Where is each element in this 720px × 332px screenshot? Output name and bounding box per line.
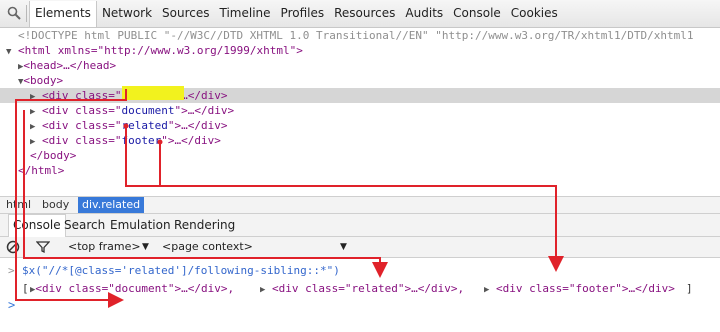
- html-open-tag: <html xmlns="http://www.w3.org/1999/xhtm…: [18, 44, 303, 57]
- class-value: footer: [121, 134, 162, 147]
- dropdown-arrow-icon[interactable]: ▼: [142, 237, 149, 257]
- tab-console[interactable]: Console: [448, 0, 506, 27]
- input-chevron-icon: >: [8, 264, 15, 277]
- tab-network[interactable]: Network: [97, 0, 157, 27]
- class-value: document: [121, 104, 175, 117]
- devtools-toolbar: Elements Network Sources Timeline Profil…: [0, 0, 720, 28]
- class-value: related: [121, 119, 168, 132]
- html-close-tag: </html>: [18, 164, 65, 177]
- tab-rendering[interactable]: Rendering: [170, 214, 239, 236]
- collapsed-triangle-icon[interactable]: ▶: [30, 107, 35, 117]
- head-tag: <head>…</head>: [23, 59, 117, 72]
- tab-resources[interactable]: Resources: [329, 0, 400, 27]
- filter-icon[interactable]: [36, 240, 50, 254]
- toolbar-divider: [26, 5, 27, 22]
- tree-node-html[interactable]: ▼ <html xmlns="http://www.w3.org/1999/xh…: [6, 43, 303, 58]
- tab-timeline[interactable]: Timeline: [215, 0, 276, 27]
- tree-node-body[interactable]: ▼<body>: [18, 73, 63, 88]
- tab-console-drawer[interactable]: Console: [8, 214, 66, 238]
- result-item-footer[interactable]: ▶ <div class="footer">…</div>: [484, 281, 675, 296]
- result-close-bracket: ]: [686, 282, 693, 295]
- breadcrumb-body[interactable]: body: [38, 197, 73, 213]
- highlight-marker: [122, 86, 184, 100]
- tab-elements[interactable]: Elements: [29, 1, 97, 27]
- tree-node-div-footer[interactable]: ▶ <div class="footer">…</div>: [30, 133, 221, 148]
- collapsed-triangle-icon[interactable]: ▶: [30, 92, 35, 102]
- result-open-bracket: [: [22, 282, 29, 295]
- clear-console-icon[interactable]: [6, 240, 20, 254]
- console-output: > $x("//*[@class='related']/following-si…: [0, 258, 720, 332]
- body-close-tag: </body>: [30, 149, 77, 162]
- body-open-tag: <body>: [23, 74, 64, 87]
- tree-node-div-document[interactable]: ▶ <div class="document">…</div>: [30, 103, 234, 118]
- search-icon[interactable]: [6, 5, 22, 21]
- tab-emulation[interactable]: Emulation: [106, 214, 175, 236]
- collapsed-triangle-icon[interactable]: ▶: [30, 137, 35, 147]
- tab-sources[interactable]: Sources: [157, 0, 214, 27]
- collapsed-triangle-icon[interactable]: ▶: [484, 285, 489, 295]
- tab-cookies[interactable]: Cookies: [506, 0, 563, 27]
- dom-tree: <!DOCTYPE html PUBLIC "-//W3C//DTD XHTML…: [0, 28, 720, 196]
- breadcrumb: html body div.related: [0, 196, 720, 214]
- console-toolbar: <top frame> ▼ <page context> ▼: [0, 237, 720, 258]
- breadcrumb-div-related[interactable]: div.related: [78, 197, 145, 213]
- tab-search[interactable]: Search: [60, 214, 109, 236]
- drawer-tabs: Console Search Emulation Rendering: [0, 214, 720, 238]
- tab-profiles[interactable]: Profiles: [276, 0, 330, 27]
- panel-tabs: Elements Network Sources Timeline Profil…: [26, 0, 563, 27]
- dropdown-arrow-icon[interactable]: ▼: [340, 237, 347, 257]
- doctype-node[interactable]: <!DOCTYPE html PUBLIC "-//W3C//DTD XHTML…: [18, 28, 694, 43]
- frame-select[interactable]: <top frame>: [68, 237, 141, 257]
- tree-node-div-related-selected[interactable]: ▶ <div class="related">…</div>: [0, 88, 720, 103]
- collapsed-triangle-icon[interactable]: ▶: [260, 285, 265, 295]
- result-item-related[interactable]: ▶ <div class="related">…</div>,: [260, 281, 464, 296]
- console-command[interactable]: $x("//*[@class='related']/following-sibl…: [22, 263, 340, 278]
- result-item-document[interactable]: ▶<div class="document">…</div>,: [30, 281, 234, 296]
- context-select[interactable]: <page context>: [162, 237, 253, 257]
- collapsed-triangle-icon[interactable]: ▶: [30, 122, 35, 132]
- tree-node-head[interactable]: ▶<head>…</head>: [18, 58, 116, 73]
- expanded-triangle-icon[interactable]: ▼: [6, 47, 11, 57]
- tab-audits[interactable]: Audits: [400, 0, 448, 27]
- tree-node-div-related[interactable]: ▶ <div class="related">…</div>: [30, 118, 228, 133]
- console-prompt[interactable]: >: [8, 298, 15, 313]
- breadcrumb-html[interactable]: html: [2, 197, 35, 213]
